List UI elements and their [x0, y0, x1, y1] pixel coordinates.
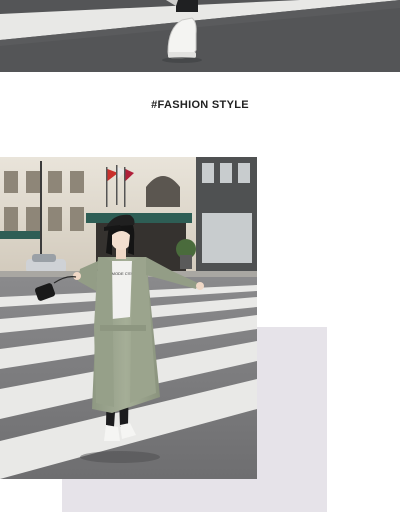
planter-pot [180, 255, 192, 269]
top-photo-svg [0, 0, 400, 72]
trouser-leg [176, 0, 198, 12]
top-street-photo [0, 0, 400, 72]
right-building-windows [202, 163, 252, 263]
shoe-shadow [162, 57, 202, 63]
awning-center [86, 213, 192, 223]
awning-left [0, 231, 40, 239]
main-street-photo: LA MODE C'EST [0, 157, 257, 479]
main-photo-svg: LA MODE C'EST [0, 157, 257, 479]
car-windows [32, 254, 56, 262]
section-heading: #FASHION STYLE [151, 99, 249, 111]
page: #FASHION STYLE LA MODE C'EST [0, 0, 400, 512]
